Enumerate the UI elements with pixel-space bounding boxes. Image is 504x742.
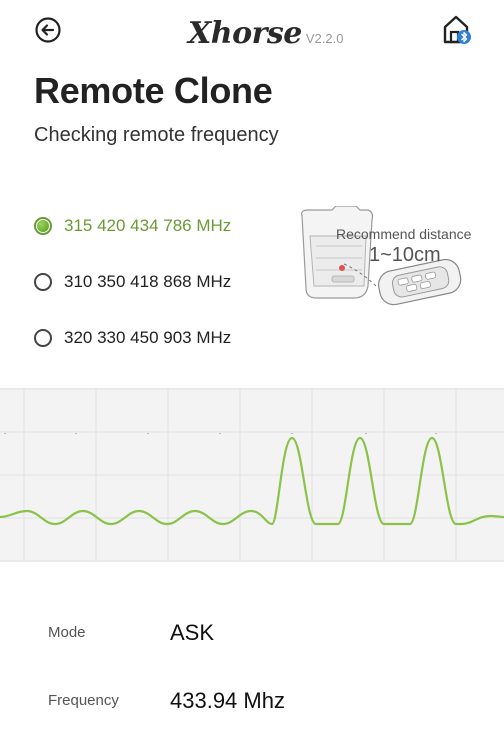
radio-selected-icon[interactable] (34, 217, 52, 235)
radio-unselected-icon[interactable] (34, 329, 52, 347)
signal-waveform (0, 388, 504, 562)
frequency-label: Frequency (48, 692, 119, 709)
frequency-option-3[interactable]: 320 330 450 903 MHz (34, 310, 231, 366)
waveform-line (0, 436, 504, 526)
mode-value: ASK (170, 620, 215, 645)
frequency-option-label: 320 330 450 903 MHz (64, 328, 232, 347)
radio-unselected-icon[interactable] (34, 273, 52, 291)
recommend-distance-value: 1~10cm (369, 244, 441, 266)
page-title: Remote Clone (34, 70, 273, 111)
frequency-option-label: 310 350 418 868 MHz (64, 272, 232, 291)
mode-label: Mode (48, 624, 86, 641)
brand-logo: Xhorse (188, 16, 302, 51)
frequency-options: 315 420 434 786 MHz 310 350 418 868 MHz … (34, 198, 231, 366)
home-button[interactable] (442, 14, 472, 46)
page-subtitle: Checking remote frequency (34, 124, 279, 146)
app-version: V2.2.0 (305, 31, 344, 46)
home-bluetooth-icon (443, 15, 471, 44)
brand-header: Xhorse V2.2.0 (188, 12, 343, 52)
recommend-distance-label: Recommend distance (336, 226, 472, 242)
back-button[interactable] (34, 16, 62, 44)
frequency-option-2[interactable]: 310 350 418 868 MHz (34, 254, 231, 310)
frequency-value: 433.94 Mhz (170, 688, 285, 713)
frequency-option-1[interactable]: 315 420 434 786 MHz (34, 198, 231, 254)
frequency-option-label: 315 420 434 786 MHz (64, 216, 232, 235)
arrow-left-circle-icon (35, 17, 61, 43)
